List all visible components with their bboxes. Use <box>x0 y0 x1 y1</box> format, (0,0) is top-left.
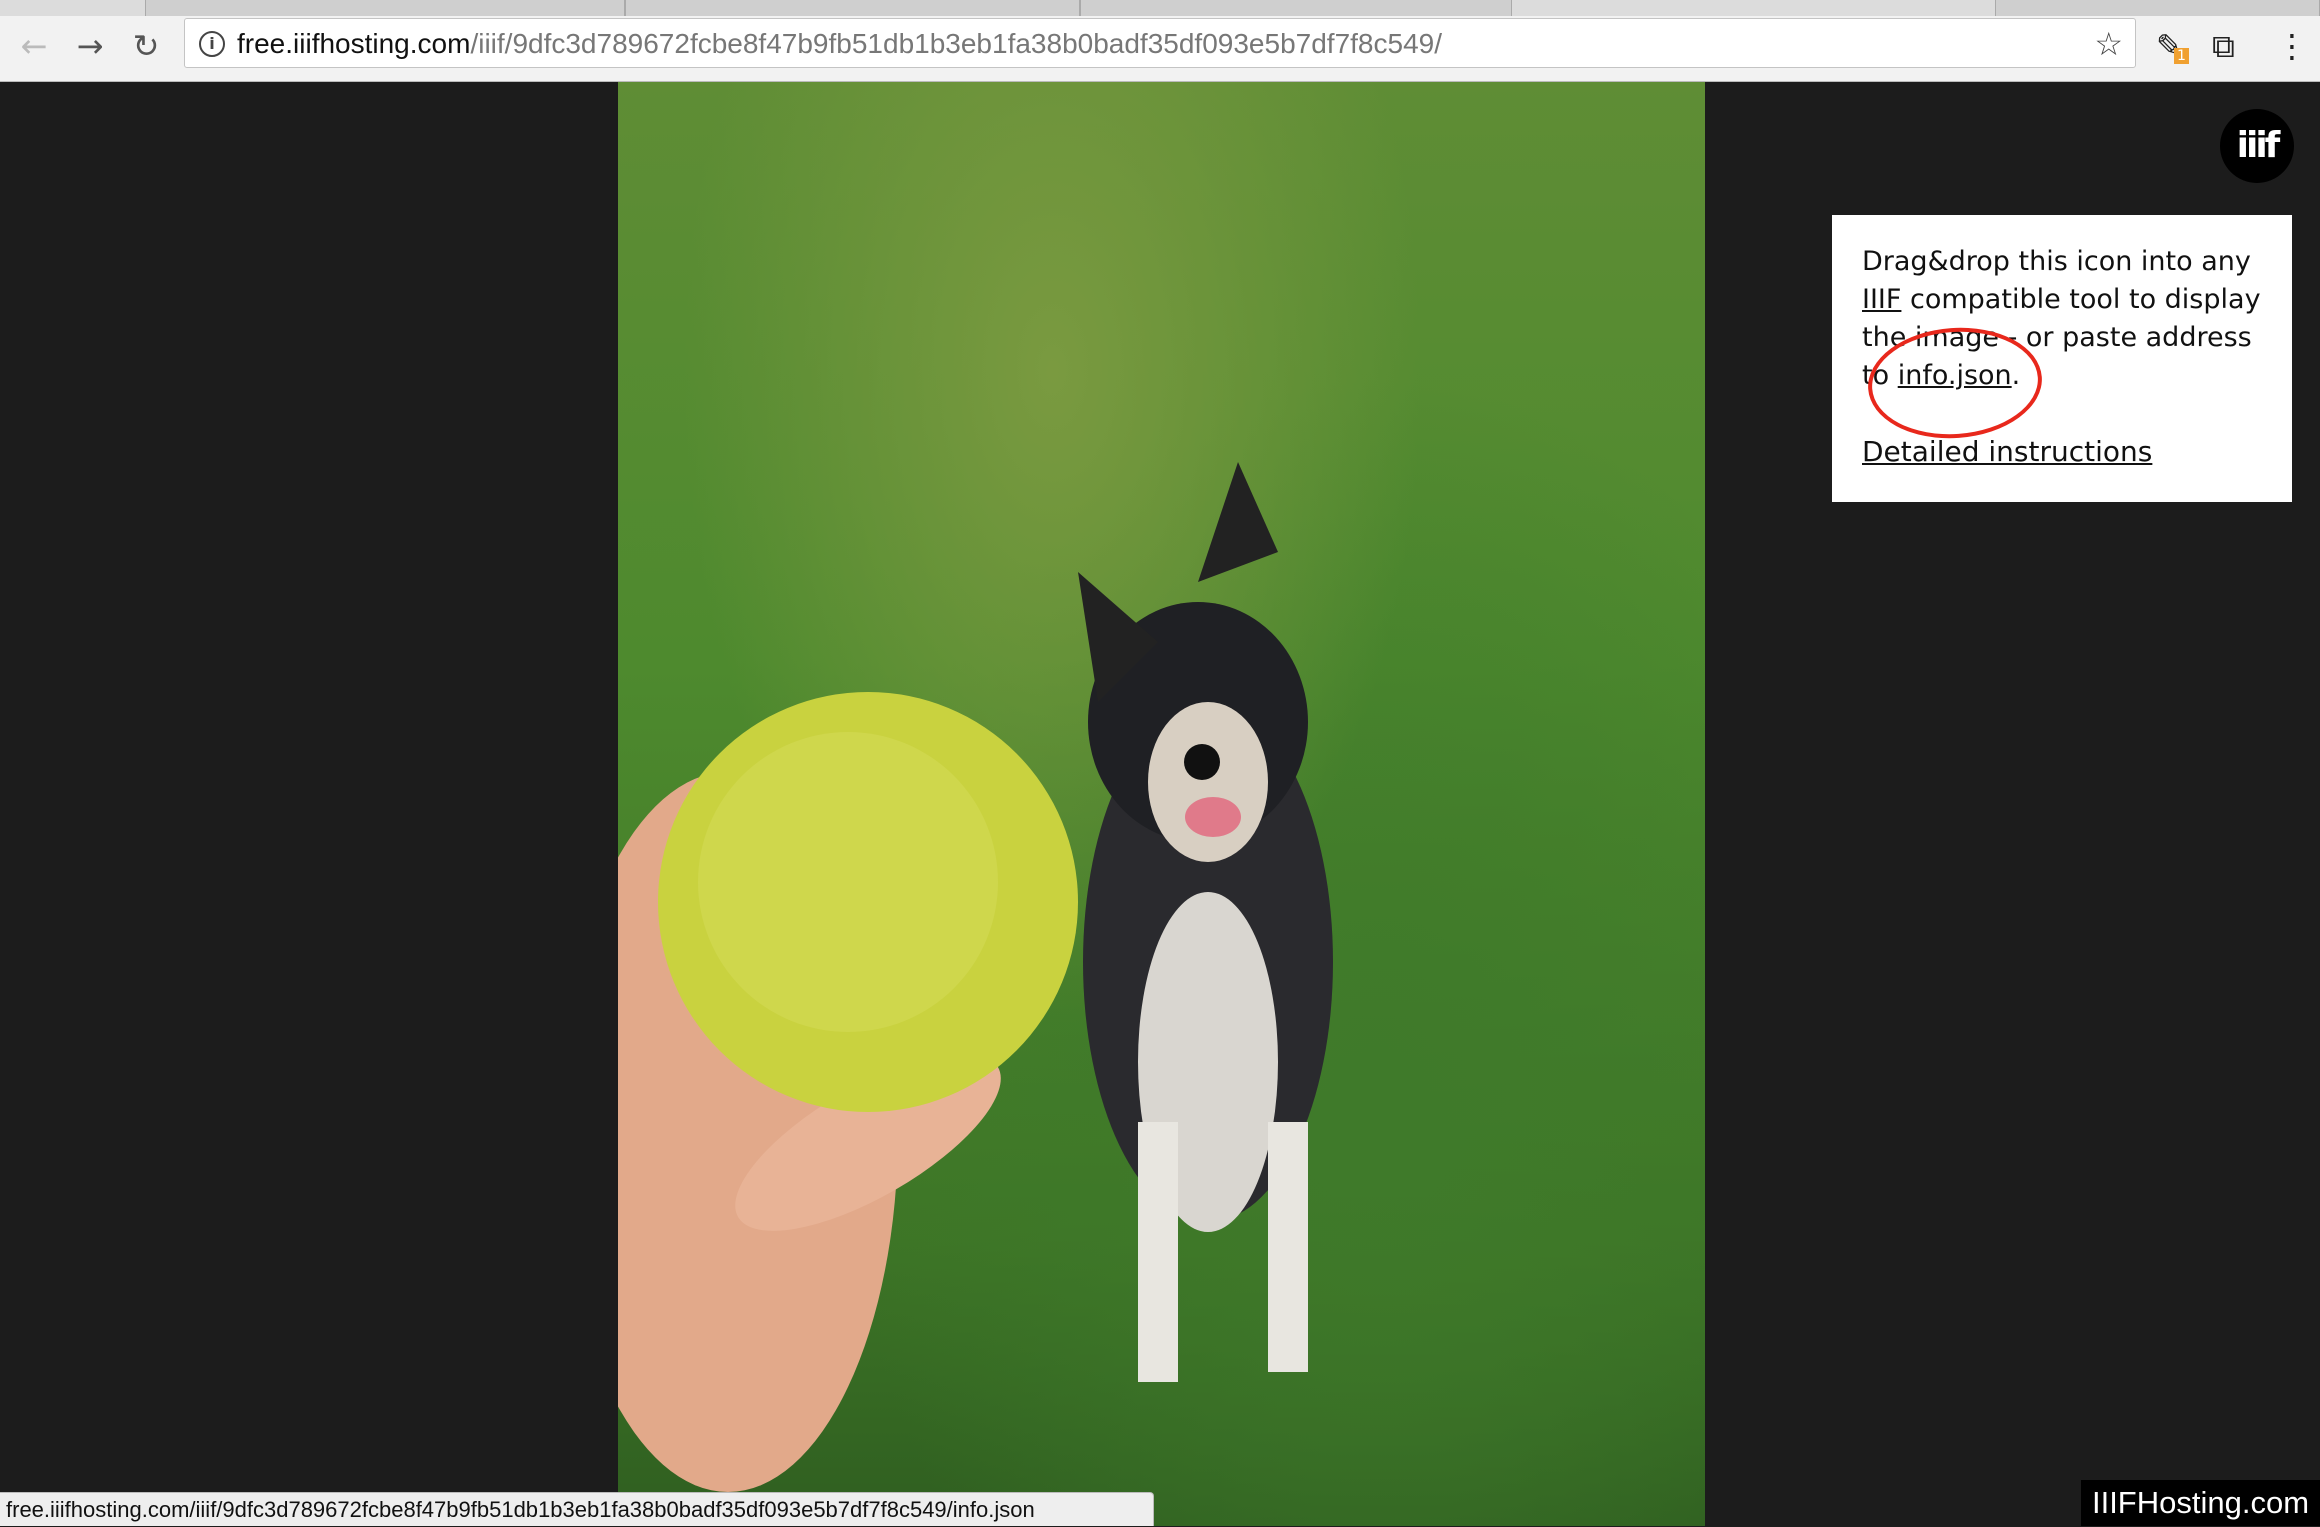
url-text[interactable]: free.iiifhosting.com/iiif/9dfc3d789672fc… <box>237 27 1442 61</box>
extension-icon[interactable]: ✎ 1 <box>2156 26 2189 66</box>
browser-tab[interactable] <box>625 0 1080 16</box>
iiif-logo-icon[interactable]: iiif <box>2220 109 2294 183</box>
detailed-instructions-link[interactable]: Detailed instructions <box>1862 433 2262 471</box>
dog-photo <box>618 82 1705 1526</box>
browser-toolbar: ← → ↻ i free.iiifhosting.com/iiif/9dfc3d… <box>0 16 2320 82</box>
info-text: . <box>2011 360 2021 391</box>
iiif-link[interactable]: IIIF <box>1862 284 1901 315</box>
star-icon[interactable]: ☆ <box>2094 25 2123 63</box>
photo-illustration <box>618 462 1333 1492</box>
arrow-right-icon[interactable]: → <box>70 26 110 66</box>
kebab-menu-icon[interactable]: ⋮ <box>2276 26 2308 66</box>
iiifhosting-brand-link[interactable]: IIIFHosting.com <box>2081 1480 2320 1526</box>
info-icon[interactable]: i <box>199 31 225 57</box>
extension-badge: 1 <box>2174 48 2189 64</box>
reload-icon[interactable]: ↻ <box>126 26 166 66</box>
status-bar: free.iiifhosting.com/iiif/9dfc3d789672fc… <box>0 1492 1154 1526</box>
info-json-link[interactable]: info.json <box>1898 360 2012 391</box>
info-panel: Drag&drop this icon into any IIIF compat… <box>1832 215 2292 502</box>
info-text: Drag&drop this icon into any <box>1862 246 2251 277</box>
browser-tab[interactable] <box>145 0 625 16</box>
arrow-left-icon[interactable]: ← <box>14 26 54 66</box>
tab-strip <box>0 0 2320 16</box>
external-link-icon[interactable]: ⧉ <box>2212 26 2235 66</box>
browser-tab[interactable] <box>1995 0 2320 16</box>
browser-tab[interactable] <box>1080 0 1512 16</box>
address-bar[interactable]: i free.iiifhosting.com/iiif/9dfc3d789672… <box>184 18 2136 68</box>
